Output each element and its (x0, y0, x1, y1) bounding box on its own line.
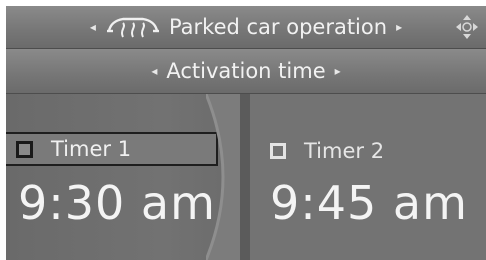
prev-arrow-icon[interactable]: ◂ (151, 64, 157, 78)
next-arrow-icon[interactable]: ▸ (396, 20, 402, 34)
timer-1-row[interactable]: Timer 1 (6, 132, 218, 166)
next-arrow-icon[interactable]: ▸ (335, 64, 341, 78)
title-label: Parked car operation (168, 15, 388, 39)
checkbox-icon[interactable] (16, 140, 33, 158)
panel-edge-curve (206, 94, 240, 260)
timer-2-time: 9:45 am (270, 176, 468, 230)
prev-arrow-icon[interactable]: ◂ (90, 20, 96, 34)
title-bar: ◂ Parked car operation ▸ (6, 6, 486, 49)
timer-1-label: Timer 1 (51, 137, 132, 161)
timer-2-panel[interactable]: Timer 2 9:45 am (250, 94, 486, 260)
timer-2-label: Timer 2 (304, 139, 385, 163)
subtitle-bar: ◂ Activation time ▸ (6, 49, 486, 94)
rotary-controller-icon[interactable] (454, 13, 480, 41)
idrive-screen: ◂ Parked car operation ▸ ◂ Activation ti… (6, 6, 486, 260)
timer-1-time: 9:30 am (18, 176, 216, 230)
checkbox-icon[interactable] (270, 143, 286, 159)
timer-1-panel[interactable]: Timer 1 9:30 am (6, 94, 232, 260)
parked-car-climate-icon (106, 17, 159, 38)
subtitle-label: Activation time (166, 59, 326, 83)
panel-divider (240, 94, 250, 260)
timer-2-row[interactable]: Timer 2 (270, 134, 384, 168)
